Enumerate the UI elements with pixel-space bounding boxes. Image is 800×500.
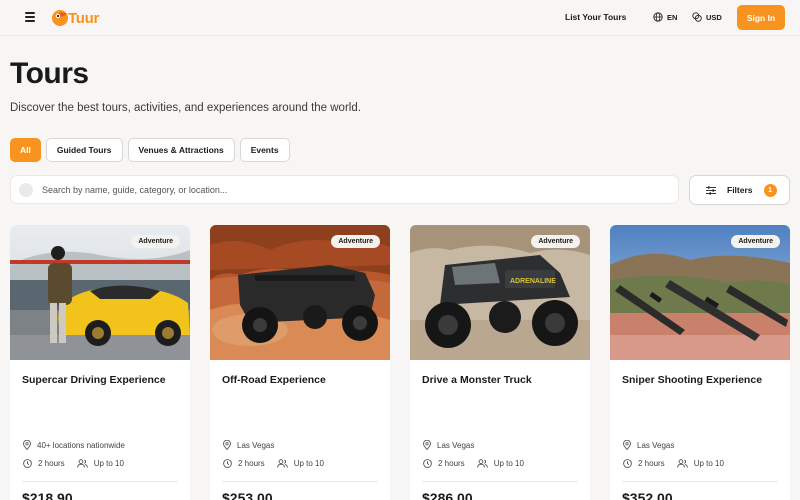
tour-meta: 2 hours Up to 10 [223, 459, 330, 468]
group-size-text: Up to 10 [93, 459, 124, 468]
map-pin-icon [623, 440, 631, 450]
logo-text: Tuur [68, 9, 100, 27]
tour-card-sniper-shooting[interactable]: Adventure Sniper Shooting Experience Las… [610, 225, 790, 500]
filters-button[interactable]: Filters 1 [689, 175, 790, 205]
sign-in-button[interactable]: Sign In [737, 5, 785, 30]
group-icon [276, 459, 288, 468]
search-input[interactable] [42, 184, 642, 195]
language-label: EN [667, 12, 678, 22]
tour-title[interactable]: Sniper Shooting Experience [622, 372, 782, 389]
location-text: Las Vegas [437, 440, 475, 450]
clock-icon [423, 459, 432, 468]
group-icon [76, 459, 88, 468]
tour-title[interactable]: Supercar Driving Experience [22, 372, 182, 389]
card-divider [422, 481, 578, 482]
page-title: Tours [10, 57, 89, 90]
currency-selector[interactable]: USD [692, 12, 722, 22]
top-nav: Tuur List Your Tours EN USD Sign In [0, 0, 800, 36]
card-divider [22, 481, 178, 482]
tab-guided-tours[interactable]: Guided Tours [45, 138, 123, 162]
tour-price: $253.00 [222, 490, 273, 500]
duration-text: 2 hours [238, 459, 265, 468]
map-pin-icon [223, 440, 231, 450]
map-pin-icon [23, 440, 31, 450]
clock-icon [223, 459, 232, 468]
tour-location: 40+ locations nationwide [23, 440, 125, 450]
tour-location: Las Vegas [623, 440, 674, 450]
tour-meta: 2 hours Up to 10 [423, 459, 530, 468]
page-subtitle: Discover the best tours, activities, and… [10, 102, 361, 114]
tour-title[interactable]: Drive a Monster Truck [422, 372, 582, 389]
tour-meta: 2 hours Up to 10 [623, 459, 730, 468]
list-your-tours-link[interactable]: List Your Tours [565, 12, 626, 22]
tour-meta: 2 hours Up to 10 [23, 459, 130, 468]
duration-text: 2 hours [438, 459, 465, 468]
tour-location: Las Vegas [223, 440, 274, 450]
tour-card-supercar[interactable]: Adventure Supercar Driving Experience 40… [10, 225, 190, 500]
category-badge: Adventure [331, 235, 380, 248]
group-size-text: Up to 10 [693, 459, 724, 468]
search-bar [10, 175, 679, 204]
sliders-icon [706, 185, 716, 195]
clock-icon [23, 459, 32, 468]
group-size-text: Up to 10 [293, 459, 324, 468]
logo[interactable]: Tuur [51, 8, 99, 28]
group-icon [476, 459, 488, 468]
language-selector[interactable]: EN [653, 12, 677, 22]
duration-text: 2 hours [38, 459, 65, 468]
globe-icon [653, 12, 663, 22]
card-divider [622, 481, 778, 482]
location-text: 40+ locations nationwide [37, 440, 125, 450]
group-size-text: Up to 10 [493, 459, 524, 468]
clock-icon [623, 459, 632, 468]
duration-text: 2 hours [638, 459, 665, 468]
svg-text:ADRENALINE: ADRENALINE [510, 278, 556, 285]
coins-icon [692, 12, 702, 22]
tab-all[interactable]: All [10, 138, 41, 162]
filters-label: Filters [727, 185, 753, 195]
tour-card-monster-truck[interactable]: ADRENALINE Adventure Drive a Monster Tru… [410, 225, 590, 500]
tour-price: $286.00 [422, 490, 473, 500]
tour-price: $352.00 [622, 490, 673, 500]
tour-location: Las Vegas [423, 440, 474, 450]
tab-events[interactable]: Events [239, 138, 290, 162]
filters-count-badge: 1 [763, 183, 777, 197]
category-badge: Adventure [531, 235, 580, 248]
card-divider [222, 481, 378, 482]
search-icon [19, 182, 33, 197]
location-text: Las Vegas [637, 440, 675, 450]
currency-label: USD [706, 12, 722, 22]
location-text: Las Vegas [237, 440, 275, 450]
tour-card-off-road[interactable]: Adventure Off-Road Experience Las Vegas … [210, 225, 390, 500]
category-badge: Adventure [131, 235, 180, 248]
tab-venues-attractions[interactable]: Venues & Attractions [127, 138, 235, 162]
tour-price: $218.90 [22, 490, 73, 500]
group-icon [676, 459, 688, 468]
category-badge: Adventure [731, 235, 780, 248]
tour-title[interactable]: Off-Road Experience [222, 372, 382, 389]
map-pin-icon [423, 440, 431, 450]
category-tabs: All Guided Tours Venues & Attractions Ev… [10, 138, 290, 162]
hamburger-menu-icon[interactable] [25, 12, 35, 22]
